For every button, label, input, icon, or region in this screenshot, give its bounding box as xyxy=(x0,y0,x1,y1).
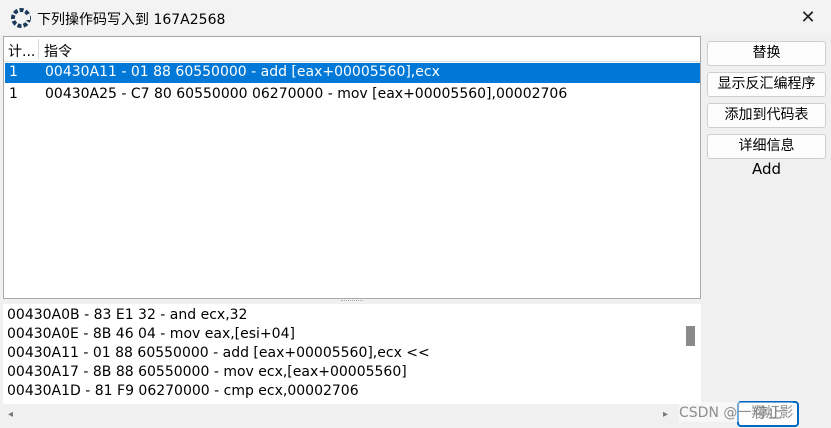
disassembly-line: 00430A17 - 8B 88 60550000 - mov ecx,[eax… xyxy=(7,364,407,380)
replace-button[interactable]: 替换 xyxy=(707,41,826,66)
instruction-mnemonic-label: Add xyxy=(751,160,782,178)
close-icon: ✕ xyxy=(800,7,816,28)
watermark: CSDN @一翔灯影 xyxy=(679,402,794,422)
row-count: 1 xyxy=(9,86,18,102)
title-bar: 下列操作码写入到 167A2568 ✕ xyxy=(0,0,831,35)
window-title: 下列操作码写入到 167A2568 xyxy=(37,12,226,28)
instruction-list[interactable]: 计... 指令 1 00430A11 - 01 88 60550000 - ad… xyxy=(3,36,701,299)
disassembly-line: 00430A0E - 8B 46 04 - mov eax,[esi+04] xyxy=(7,326,295,342)
list-row[interactable]: 1 00430A25 - C7 80 60550000 06270000 - m… xyxy=(5,85,700,105)
disassembly-view[interactable]: 00430A0B - 83 E1 32 - and ecx,32 00430A0… xyxy=(3,304,701,404)
disassembly-line: 00430A11 - 01 88 60550000 - add [eax+000… xyxy=(7,345,430,361)
column-header-count[interactable]: 计... xyxy=(8,41,35,61)
column-header-instruction[interactable]: 指令 xyxy=(44,41,72,61)
show-disassembler-button[interactable]: 显示反汇编程序 xyxy=(707,72,826,97)
close-button[interactable]: ✕ xyxy=(785,0,831,35)
scroll-left-arrow-icon[interactable]: ◂ xyxy=(8,409,13,420)
vertical-scrollbar-thumb[interactable] xyxy=(686,326,695,346)
list-header: 计... 指令 xyxy=(4,37,700,62)
column-separator[interactable] xyxy=(38,39,39,59)
list-row[interactable]: 1 00430A11 - 01 88 60550000 - add [eax+0… xyxy=(5,63,700,83)
row-count: 1 xyxy=(9,64,18,80)
disassembly-line: 00430A1D - 81 F9 06270000 - cmp ecx,0000… xyxy=(7,383,359,399)
cheat-engine-icon xyxy=(11,8,31,28)
row-instruction: 00430A11 - 01 88 60550000 - add [eax+000… xyxy=(45,64,440,80)
row-instruction: 00430A25 - C7 80 60550000 06270000 - mov… xyxy=(45,86,568,102)
scroll-right-arrow-icon[interactable]: ▸ xyxy=(663,409,668,420)
disassembly-line: 00430A0B - 83 E1 32 - and ecx,32 xyxy=(7,307,248,323)
details-button[interactable]: 详细信息 xyxy=(707,134,826,159)
add-to-codelist-button[interactable]: 添加到代码表 xyxy=(707,103,826,128)
